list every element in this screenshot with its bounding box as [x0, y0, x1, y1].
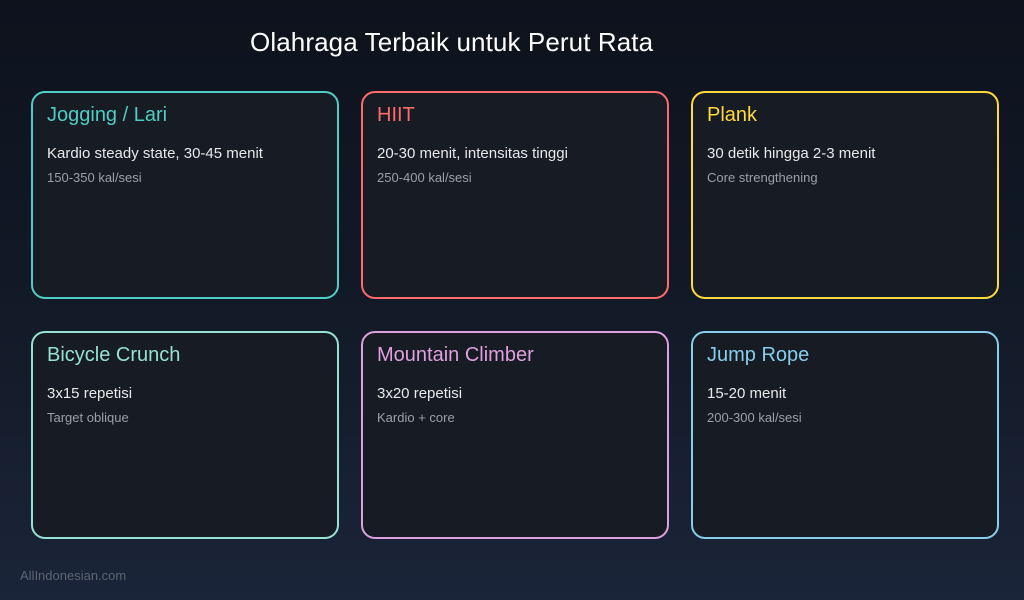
card-meta: Target oblique — [47, 410, 129, 425]
card-meta: Core strengthening — [707, 170, 818, 185]
exercise-card-bicycle-crunch: Bicycle Crunch 3x15 repetisi Target obli… — [31, 331, 339, 539]
card-title: Bicycle Crunch — [47, 344, 181, 366]
card-title: HIIT — [377, 104, 415, 126]
card-detail: 3x20 repetisi — [377, 385, 463, 402]
page-title: Olahraga Terbaik untuk Perut Rata — [250, 27, 654, 57]
card-title: Mountain Climber — [377, 344, 534, 366]
card-detail: 20-30 menit, intensitas tinggi — [377, 145, 568, 162]
card-detail: 30 detik hingga 2-3 menit — [707, 145, 876, 162]
card-meta: 250-400 kal/sesi — [377, 170, 472, 185]
source-credit: AllIndonesian.com — [20, 568, 127, 583]
card-title: Plank — [707, 104, 758, 126]
card-detail: 3x15 repetisi — [47, 385, 133, 402]
exercise-card-jump-rope: Jump Rope 15-20 menit 200-300 kal/sesi — [691, 331, 999, 539]
card-meta: Kardio + core — [377, 410, 455, 425]
exercise-card-hiit: HIIT 20-30 menit, intensitas tinggi 250-… — [361, 91, 669, 299]
exercise-card-plank: Plank 30 detik hingga 2-3 menit Core str… — [691, 91, 999, 299]
card-title: Jogging / Lari — [47, 104, 168, 126]
exercise-card-jogging: Jogging / Lari Kardio steady state, 30-4… — [31, 91, 339, 299]
card-detail: Kardio steady state, 30-45 menit — [47, 145, 263, 162]
card-meta: 150-350 kal/sesi — [47, 170, 142, 185]
card-meta: 200-300 kal/sesi — [707, 410, 802, 425]
card-title: Jump Rope — [707, 344, 810, 366]
card-detail: 15-20 menit — [707, 385, 787, 402]
exercise-card-mountain-climber: Mountain Climber 3x20 repetisi Kardio + … — [361, 331, 669, 539]
